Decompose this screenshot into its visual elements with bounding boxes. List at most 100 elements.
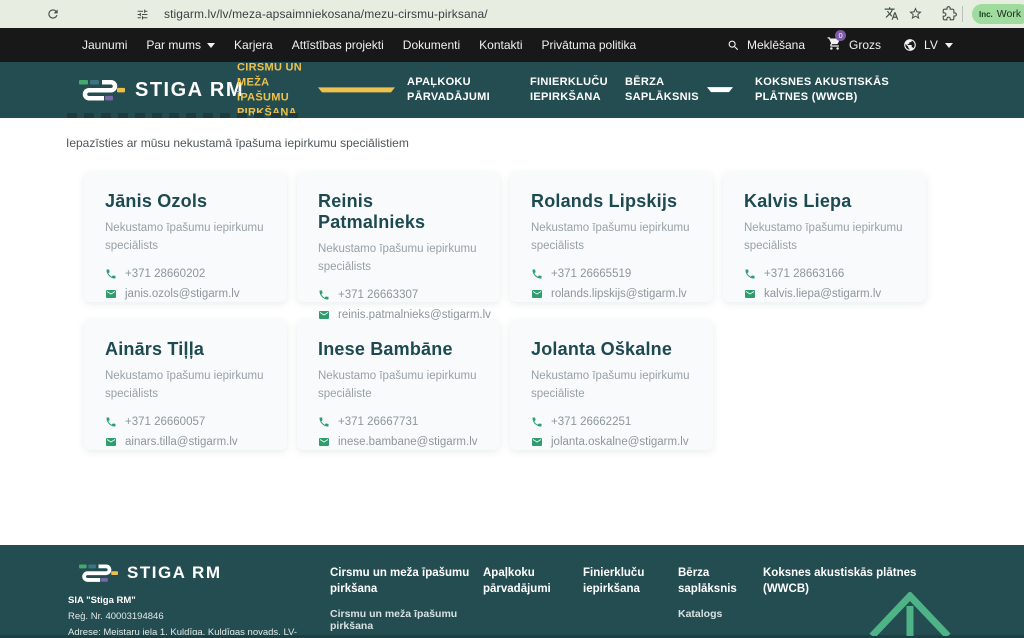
nav-dokumenti[interactable]: Dokumenti [403, 38, 460, 52]
footer-heading[interactable]: Bērza saplāksnis [678, 565, 758, 597]
reload-icon[interactable] [46, 7, 60, 21]
browser-profile-chip[interactable]: Inc. Work [972, 4, 1024, 24]
chevron-down-icon [944, 42, 953, 48]
mainnav-koksnes-akustiskas-platnes[interactable]: KOKSNES AKUSTISKĀS PLĀTNES (WWCB) [755, 75, 930, 105]
specialist-name: Rolands Lipskijs [531, 191, 678, 211]
phone-link[interactable]: +371 28663166 [764, 268, 844, 280]
phone-link[interactable]: +371 28660202 [125, 268, 205, 280]
site-utility-bar: Jaunumi Par mums Karjera Attīstības proj… [0, 28, 1024, 62]
mainnav-cirsmu-pirksana[interactable]: CIRSMU UN MEŽA ĪPAŠUMU PIRKŠANA [237, 60, 395, 119]
profile-badge: Inc. [979, 9, 993, 19]
specialist-role: Nekustamo īpašumu iepirkumu speciāliste [318, 370, 477, 400]
brand-name: STIGA RM [135, 78, 245, 101]
address-bar[interactable]: stigarm.lv/lv/meza-apsaimniekosana/mezu-… [164, 7, 488, 21]
email-icon [532, 437, 542, 446]
specialist-role: Nekustamo īpašumu iepirkumu speciālists [105, 370, 264, 400]
profile-name: Work [996, 8, 1022, 20]
phone-icon [319, 290, 329, 300]
section-subtitle: Iepazīsties ar mūsu nekustamā īpašuma ie… [66, 136, 409, 150]
email-link[interactable]: kalvis.liepa@stigarm.lv [764, 288, 881, 300]
specialist-name: Jānis Ozols [105, 191, 208, 211]
email-link[interactable]: janis.ozols@stigarm.lv [125, 288, 240, 300]
nav-privatuma-politika[interactable]: Privātuma politika [542, 38, 637, 52]
specialist-grid: Jānis Ozols Nekustamo īpašumu iepirkumu … [84, 172, 926, 450]
footer-heading[interactable]: Finierkluču iepirkšana [583, 565, 668, 597]
company-address: Adrese: Meistaru iela 1, Kuldīga, Kuldīg… [68, 626, 298, 638]
extensions-puzzle-icon[interactable] [942, 6, 957, 21]
specialist-card: Ainārs Tiļļa Nekustamo īpašumu iepirkumu… [84, 320, 287, 450]
email-link[interactable]: ainars.tilla@stigarm.lv [125, 436, 238, 448]
utility-actions: Meklēšana 0 Grozs LV [727, 28, 953, 62]
phone-link[interactable]: +371 26662251 [551, 416, 631, 428]
specialist-card: Reinis Patmalnieks Nekustamo īpašumu iep… [297, 172, 500, 321]
company-info: SIA "Stiga RM" Reģ. Nr. 40003194846 Adre… [68, 593, 297, 638]
logo-home-link[interactable]: STIGA RM [78, 77, 244, 103]
nav-kontakti[interactable]: Kontakti [479, 38, 522, 52]
footer-link-katalogs[interactable]: Katalogs [678, 608, 758, 620]
email-link[interactable]: inese.bambane@stigarm.lv [338, 436, 478, 448]
language-selector[interactable]: LV [903, 38, 953, 52]
stiga-rm-logo-icon [79, 79, 125, 101]
chevron-down-icon [318, 87, 395, 93]
email-icon [319, 437, 329, 446]
mainnav-apalkoku-parvadajumi[interactable]: APAĻKOKU PĀRVADĀJUMI [407, 75, 502, 105]
cart-icon: 0 [827, 30, 847, 54]
email-link[interactable]: reinis.patmalnieks@stigarm.lv [338, 309, 491, 321]
footer-col-cirsmu: Cirsmu un meža īpašumu pirkšana Cirsmu u… [330, 565, 470, 638]
footer-heading[interactable]: Cirsmu un meža īpašumu pirkšana [330, 565, 470, 597]
chevron-down-icon [207, 42, 216, 48]
cart-button[interactable]: 0 Grozs [827, 30, 881, 54]
tree-decoration-icon [869, 592, 951, 636]
search-button[interactable]: Meklēšana [727, 38, 805, 52]
company-reg-number: Reģ. Nr. 40003194846 [68, 610, 164, 622]
globe-icon [904, 39, 916, 51]
nav-karjera[interactable]: Karjera [234, 38, 273, 52]
mainnav-berza-saplaksnis[interactable]: BĒRZA SAPLĀKSNIS [625, 75, 733, 105]
specialist-name: Kalvis Liepa [744, 191, 852, 211]
phone-link[interactable]: +371 26660057 [125, 416, 205, 428]
footer-link-cirsmu-pirksana[interactable]: Cirsmu un meža īpašumu pirkšana [330, 608, 470, 632]
specialist-name: Reinis Patmalnieks [318, 191, 426, 232]
main-header: STIGA RM CIRSMU UN MEŽA ĪPAŠUMU PIRKŠANA… [0, 60, 1024, 119]
specialist-name: Inese Bambāne [318, 339, 453, 359]
footer-col-apalkoku: Apaļkoku pārvadājumi [483, 565, 573, 597]
browser-window: stigarm.lv/lv/meza-apsaimniekosana/mezu-… [0, 0, 1024, 638]
email-icon [745, 289, 755, 298]
phone-icon [106, 417, 116, 427]
specialist-role: Nekustamo īpašumu iepirkumu speciālists [318, 243, 477, 273]
email-row: janis.ozols@stigarm.lv [105, 288, 271, 300]
mainnav-finierklucu-iepirksana[interactable]: FINIERKLUČU IEPIRKŠANA [530, 75, 620, 105]
bookmark-star-icon[interactable] [908, 6, 923, 21]
email-icon [532, 289, 542, 298]
email-icon [106, 437, 116, 446]
phone-icon [532, 269, 542, 279]
email-link[interactable]: rolands.lipskijs@stigarm.lv [551, 288, 687, 300]
specialist-role: Nekustamo īpašumu iepirkumu speciālists [531, 222, 690, 252]
chrome-separator [962, 6, 963, 22]
nav-attistibas-projekti[interactable]: Attīstības projekti [292, 38, 384, 52]
nav-jaunumi[interactable]: Jaunumi [82, 38, 127, 52]
clipped-page-heading [67, 113, 300, 118]
specialist-card: Kalvis Liepa Nekustamo īpašumu iepirkumu… [723, 172, 926, 302]
browser-chrome: stigarm.lv/lv/meza-apsaimniekosana/mezu-… [0, 0, 1024, 28]
search-icon [728, 40, 739, 50]
specialist-card: Jolanta Oškalne Nekustamo īpašumu iepirk… [510, 320, 713, 450]
phone-icon [319, 417, 329, 427]
specialist-role: Nekustamo īpašumu iepirkumu speciālists [744, 222, 903, 252]
phone-icon [745, 269, 755, 279]
site-settings-icon[interactable] [136, 8, 149, 21]
email-link[interactable]: jolanta.oskalne@stigarm.lv [551, 436, 689, 448]
phone-row: +371 28660202 [105, 268, 271, 280]
chevron-down-icon [706, 87, 733, 93]
phone-link[interactable]: +371 26667731 [338, 416, 418, 428]
specialist-card: Inese Bambāne Nekustamo īpašumu iepirkum… [297, 320, 500, 450]
utility-nav: Jaunumi Par mums Karjera Attīstības proj… [82, 28, 636, 62]
nav-par-mums[interactable]: Par mums [146, 38, 216, 52]
footer-logo[interactable]: STIGA RM [78, 562, 221, 584]
translate-icon[interactable] [884, 6, 899, 21]
phone-link[interactable]: +371 26663307 [338, 289, 418, 301]
phone-link[interactable]: +371 26665519 [551, 268, 631, 280]
footer-heading[interactable]: Apaļkoku pārvadājumi [483, 565, 573, 597]
cart-count-badge: 0 [835, 30, 847, 41]
specialist-role: Nekustamo īpašumu iepirkumu speciāliste [531, 370, 690, 400]
